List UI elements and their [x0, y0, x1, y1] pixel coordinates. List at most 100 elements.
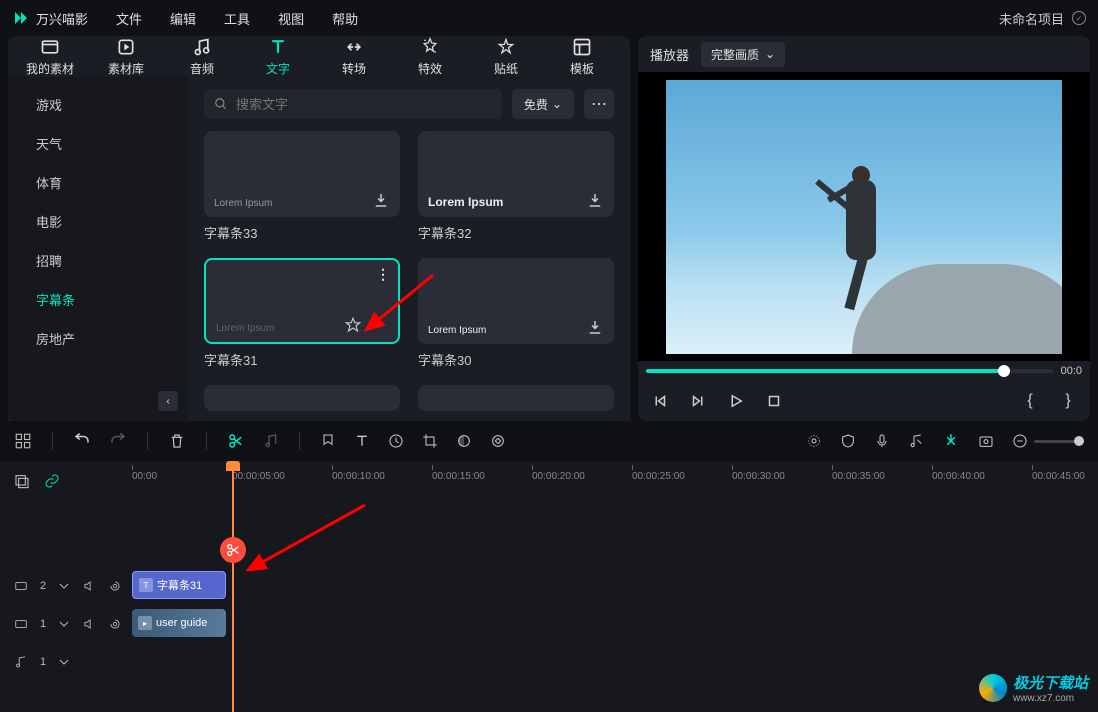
filter-free-button[interactable]: 免费⌄	[512, 89, 574, 119]
dashboard-icon[interactable]	[14, 432, 32, 450]
timeline-toolbar	[0, 421, 1098, 461]
asset-card[interactable]: Lorem Ipsum 字幕条30	[418, 258, 614, 369]
sidebar-item-realestate[interactable]: 房地产	[8, 319, 188, 358]
download-icon[interactable]	[586, 191, 604, 209]
more-options-button[interactable]: ⋯	[584, 89, 614, 119]
magnet-icon[interactable]	[942, 432, 960, 450]
menu-edit[interactable]: 编辑	[170, 9, 196, 28]
sidebar-item-movie[interactable]: 电影	[8, 202, 188, 241]
tab-stickers[interactable]: 贴纸	[474, 36, 538, 77]
speed-icon[interactable]	[388, 433, 404, 449]
zoom-out-icon[interactable]	[1012, 433, 1028, 449]
search-input[interactable]	[236, 97, 492, 112]
timeline-tracks: 2 T 字幕条31 1 ▸	[0, 501, 1098, 712]
video-track-icon	[14, 579, 28, 593]
player-video[interactable]	[638, 72, 1090, 361]
text-tool-icon[interactable]	[354, 433, 370, 449]
menu-tools[interactable]: 工具	[224, 9, 250, 28]
stop-button[interactable]	[762, 389, 786, 413]
sidebar-item-weather[interactable]: 天气	[8, 124, 188, 163]
scissors-icon[interactable]	[220, 537, 246, 563]
app-logo: 万兴喵影	[12, 9, 88, 28]
search-box[interactable]	[204, 89, 502, 119]
shield-icon[interactable]	[840, 433, 856, 449]
asset-label: 字幕条31	[204, 350, 400, 369]
mute-icon[interactable]	[82, 617, 96, 631]
card-more-icon[interactable]: ⋮	[376, 266, 390, 283]
tab-templates[interactable]: 模板	[550, 36, 614, 77]
timeline-ruler[interactable]: 00:00 00:00:05:00 00:00:10:00 00:00:15:0…	[132, 461, 1098, 491]
watermark: 极光下载站 www.xz7.com	[979, 672, 1088, 704]
screenshot-icon[interactable]	[978, 433, 994, 449]
player-progress[interactable]: 00:0	[638, 361, 1090, 381]
menu-file[interactable]: 文件	[116, 9, 142, 28]
undo-button[interactable]	[73, 432, 91, 450]
expand-icon[interactable]	[58, 656, 70, 668]
tab-transitions[interactable]: 转场	[322, 36, 386, 77]
split-button[interactable]	[227, 432, 245, 450]
next-frame-button[interactable]	[686, 389, 710, 413]
tab-titles[interactable]: 文字	[246, 36, 310, 77]
asset-card[interactable]: Lorem Ipsum 字幕条32	[418, 131, 614, 242]
menu-view[interactable]: 视图	[278, 9, 304, 28]
brace-open-icon[interactable]: {	[1018, 389, 1042, 413]
render-icon[interactable]	[806, 433, 822, 449]
brace-close-icon[interactable]: }	[1056, 389, 1080, 413]
playhead[interactable]	[232, 461, 234, 712]
expand-icon[interactable]	[58, 618, 70, 630]
text-clip[interactable]: T 字幕条31	[132, 571, 226, 599]
link-icon[interactable]	[44, 473, 60, 489]
tab-my-media[interactable]: 我的素材	[18, 36, 82, 77]
expand-icon[interactable]	[58, 580, 70, 592]
mute-icon[interactable]	[82, 579, 96, 593]
sidebar-item-sports[interactable]: 体育	[8, 163, 188, 202]
track-t1: 1 ▸ user guide	[0, 605, 1098, 643]
timeline: 00:00 00:00:05:00 00:00:10:00 00:00:15:0…	[0, 461, 1098, 712]
sidebar-item-subtitle[interactable]: 字幕条	[8, 280, 188, 319]
sidebar-item-game[interactable]: 游戏	[8, 85, 188, 124]
mic-icon[interactable]	[874, 433, 890, 449]
color-icon[interactable]	[456, 433, 472, 449]
add-icon[interactable]: +	[370, 316, 388, 334]
prev-frame-button[interactable]	[648, 389, 672, 413]
player-panel: 播放器 完整画质⌄ 00:0	[638, 36, 1090, 421]
sidebar-item-recruit[interactable]: 招聘	[8, 241, 188, 280]
tab-stock[interactable]: 素材库	[94, 36, 158, 77]
video-clip[interactable]: ▸ user guide	[132, 609, 226, 637]
asset-card-selected[interactable]: ⋮ Lorem Ipsum + 字幕条31	[204, 258, 400, 369]
tab-effects[interactable]: 特效	[398, 36, 462, 77]
keyframe-icon[interactable]	[490, 433, 506, 449]
redo-button[interactable]	[109, 432, 127, 450]
text-clip-icon: T	[139, 578, 153, 592]
music-note-icon[interactable]	[263, 433, 279, 449]
favorite-icon[interactable]	[344, 316, 362, 334]
asset-tabs: 我的素材 素材库 音频 文字 转场 特效 贴纸 模板	[8, 36, 630, 77]
zoom-slider[interactable]	[1012, 433, 1084, 449]
lock-icon[interactable]	[108, 579, 122, 593]
tab-audio[interactable]: 音频	[170, 36, 234, 77]
assets-panel: 我的素材 素材库 音频 文字 转场 特效 贴纸 模板 游戏 天气 体育 电影 招…	[8, 36, 630, 421]
download-icon[interactable]	[586, 318, 604, 336]
chevron-down-icon: ⌄	[765, 47, 775, 61]
marker-icon[interactable]	[320, 433, 336, 449]
menu-items: 文件 编辑 工具 视图 帮助	[116, 9, 358, 28]
track-manage-icon[interactable]	[14, 473, 30, 489]
project-name: 未命名项目 ✓	[999, 9, 1086, 28]
asset-card[interactable]: Lorem Ipsum 字幕条33	[204, 131, 400, 242]
asset-card[interactable]	[418, 385, 614, 411]
player-title: 播放器	[650, 45, 689, 64]
asset-label: 字幕条30	[418, 350, 614, 369]
crop-icon[interactable]	[422, 433, 438, 449]
delete-button[interactable]	[168, 432, 186, 450]
quality-select[interactable]: 完整画质⌄	[701, 42, 785, 67]
menubar: 万兴喵影 文件 编辑 工具 视图 帮助 未命名项目 ✓	[0, 0, 1098, 36]
download-icon[interactable]	[372, 191, 390, 209]
lock-icon[interactable]	[108, 617, 122, 631]
player-time: 00:0	[1061, 365, 1082, 377]
menu-help[interactable]: 帮助	[332, 9, 358, 28]
sidebar-collapse-button[interactable]: ‹	[158, 391, 178, 411]
mixer-icon[interactable]	[908, 433, 924, 449]
player-header: 播放器 完整画质⌄	[638, 36, 1090, 72]
asset-card[interactable]	[204, 385, 400, 411]
play-button[interactable]	[724, 389, 748, 413]
